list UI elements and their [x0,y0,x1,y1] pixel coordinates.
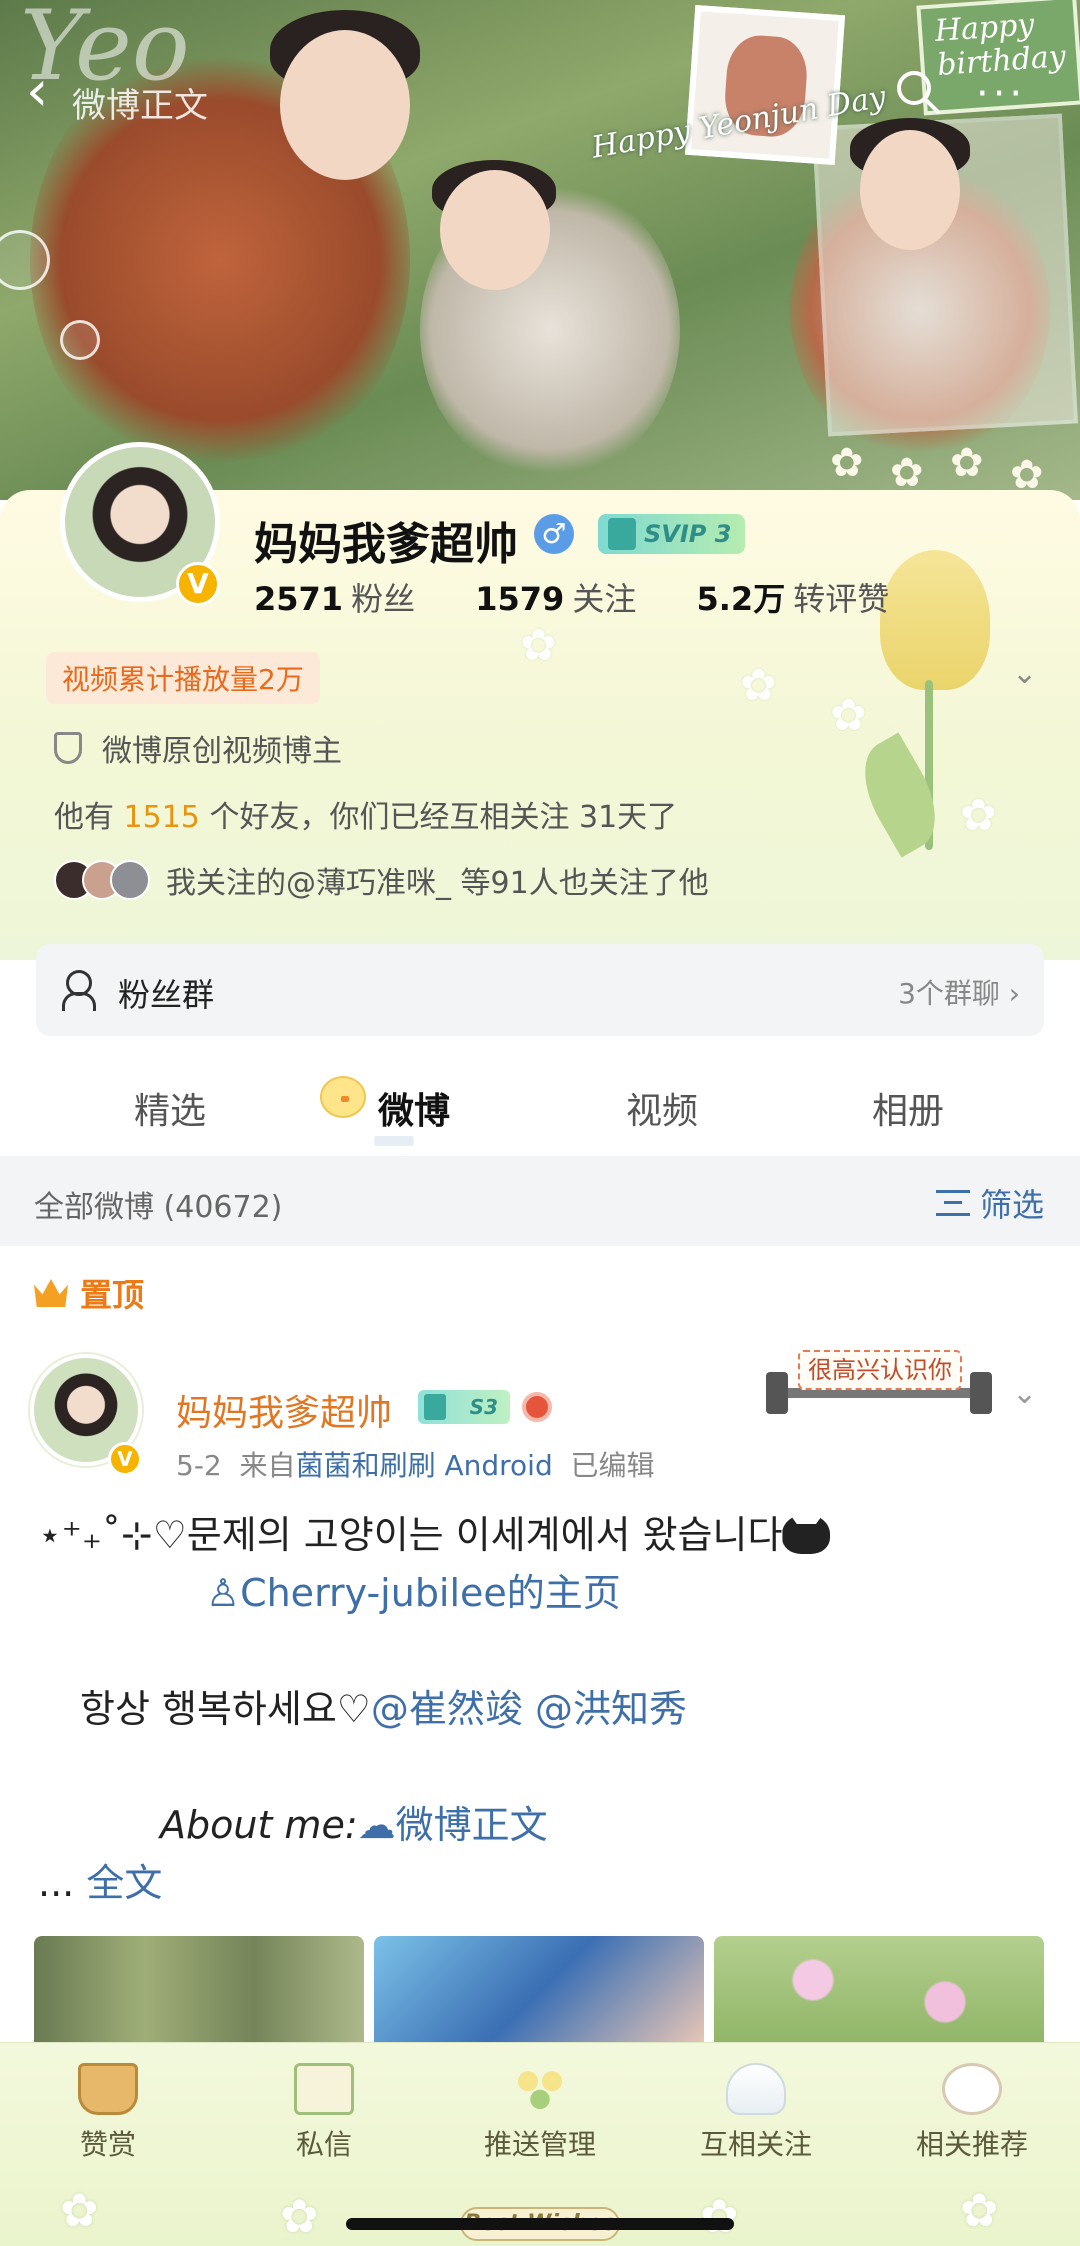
search-icon[interactable] [892,66,946,120]
back-icon[interactable]: ‹ [26,64,66,124]
profile-page: Yeo Happy Yeonjun Day Happy birthday ✿ ✿ ✿… [0,0,1080,2246]
engagement-stat[interactable]: 5.2万 转评赞 [697,580,890,618]
post-meta: 5-2 来自菌菌和刷刷 Android 已编辑 [176,1449,655,1482]
profile-stats: 2571 粉丝 1579 关注 5.2万 转评赞 [254,574,939,620]
tab-active-indicator [362,1136,426,1146]
post-images [34,1936,1046,2046]
mutual-follow-row[interactable]: 我关注的@薄巧准咪_ 等91人也关注了他 [54,858,709,902]
chevron-down-icon[interactable]: ⌄ [1012,656,1037,691]
tab-video[interactable]: 视频 [626,1082,698,1134]
post-source[interactable]: 菌菌和刷刷 Android [296,1449,553,1482]
tip-button[interactable]: 赞赏 [0,2043,216,2183]
post-image[interactable] [714,1936,1044,2046]
pinned-label: 置顶 [34,1270,144,1316]
mutual-follow-text: 我关注的@薄巧准咪_ 等91人也关注了他 [166,866,709,901]
post-image[interactable] [374,1936,704,2046]
about-link[interactable]: ☁微博正文 [358,1803,548,1847]
post-text-line: 항상 행복하세요♡@崔然竣 @洪知秀 [80,1687,687,1731]
verified-badge-icon: V [176,562,220,606]
tab-featured[interactable]: 精选 [134,1082,206,1134]
tulip-decoration [880,550,990,690]
username: 妈妈我爹超帅 [254,519,518,570]
verification-text: 微博原创视频博主 [102,734,342,769]
gift-basket-icon [78,2063,138,2115]
read-more-link[interactable]: 全文 [86,1861,162,1905]
flower-decoration: ✿ [740,660,777,711]
more-dots-icon[interactable]: ··· [976,74,1026,114]
bottom-toolbar: 赞赏 私信 推送管理 互相关注 相关推荐 ✿ ✿ ✿ ✿ Best Wishes [0,2042,1080,2246]
flower-decoration: ✿ [960,2183,999,2237]
home-indicator[interactable] [346,2218,734,2230]
mutual-follow-button[interactable]: 互相关注 [648,2043,864,2183]
male-icon: ♂ [534,514,574,554]
post-image[interactable] [34,1936,364,2046]
nav-title: 微博正文 [72,86,208,126]
push-settings-button[interactable]: 推送管理 [432,2043,648,2183]
dumbbell-sticker: 很高兴认识你 [756,1346,1002,1432]
crown-icon [34,1279,68,1307]
flower-decoration: ✿ [280,2189,319,2243]
friends-count: 1515 [123,800,200,835]
post-text-line: About me:☁微博正文 [160,1803,548,1847]
sheep-icon [942,2063,1002,2115]
avatar [110,860,150,900]
fan-group-count: 3个群聊 › [898,977,1020,1010]
verification-row[interactable]: 微博原创视频博主 [54,726,342,770]
filter-bar: 全部微博 (40672) 筛选 [0,1156,1080,1246]
post-menu-chevron-icon[interactable]: ⌄ [1012,1376,1037,1411]
flower-decoration: ✿ [830,690,867,741]
flower-decoration: ✿ [60,2183,99,2237]
flower-decoration: ✿ [520,620,557,671]
chevron-right-icon: › [1008,977,1020,1010]
post-text-line: ⋆⁺₊˚⊹♡문제의 고양이는 이세계에서 왔습니다 [38,1506,831,1564]
tab-weibo[interactable]: 微博 [378,1082,450,1134]
fan-group-row[interactable]: 粉丝群 3个群聊 › [36,944,1044,1036]
filter-icon [935,1190,970,1216]
shield-icon [54,732,82,764]
flower-bouquet-icon [510,2063,570,2115]
message-envelope-icon [294,2063,354,2115]
read-more-line: ... 全文 [38,1861,163,1905]
level-badge[interactable]: S3 [418,1390,510,1424]
verified-badge-icon: V [108,1442,142,1476]
sticker-text: 很高兴认识你 [798,1350,962,1390]
fan-group-label: 粉丝群 [118,976,215,1014]
play-count-tag: 视频累计播放量2万 [46,652,320,704]
bubble-decoration [60,320,100,360]
rank-medal-icon [522,1392,552,1422]
fans-stat[interactable]: 2571 粉丝 [254,580,415,618]
message-button[interactable]: 私信 [216,2043,432,2183]
profile-link[interactable]: ♙Cherry-jubilee的主页 [206,1564,621,1622]
related-recommend-button[interactable]: 相关推荐 [864,2043,1080,2183]
filter-button[interactable]: 筛选 [935,1180,1044,1226]
flower-decoration: ✿ [700,2189,739,2243]
friends-row: 他有 1515 个好友，你们已经互相关注 31天了 [54,800,678,835]
post-count: 全部微博 (40672) [34,1190,283,1225]
mention-links[interactable]: @崔然竣 @洪知秀 [371,1687,687,1731]
svip-badge[interactable]: SVIP 3 [598,514,746,554]
flower-decoration: ✿ [960,790,997,841]
group-people-icon [62,970,106,1011]
chick-icon [320,1076,366,1118]
profile-tabs: 精选 微博 视频 相册 [0,1060,1080,1156]
cat-icon [782,1514,831,1554]
tab-album[interactable]: 相册 [872,1082,944,1134]
following-stat[interactable]: 1579 关注 [475,580,636,618]
cloud-rainbow-icon [726,2063,786,2115]
post-author[interactable]: 妈妈我爹超帅 [176,1384,392,1436]
